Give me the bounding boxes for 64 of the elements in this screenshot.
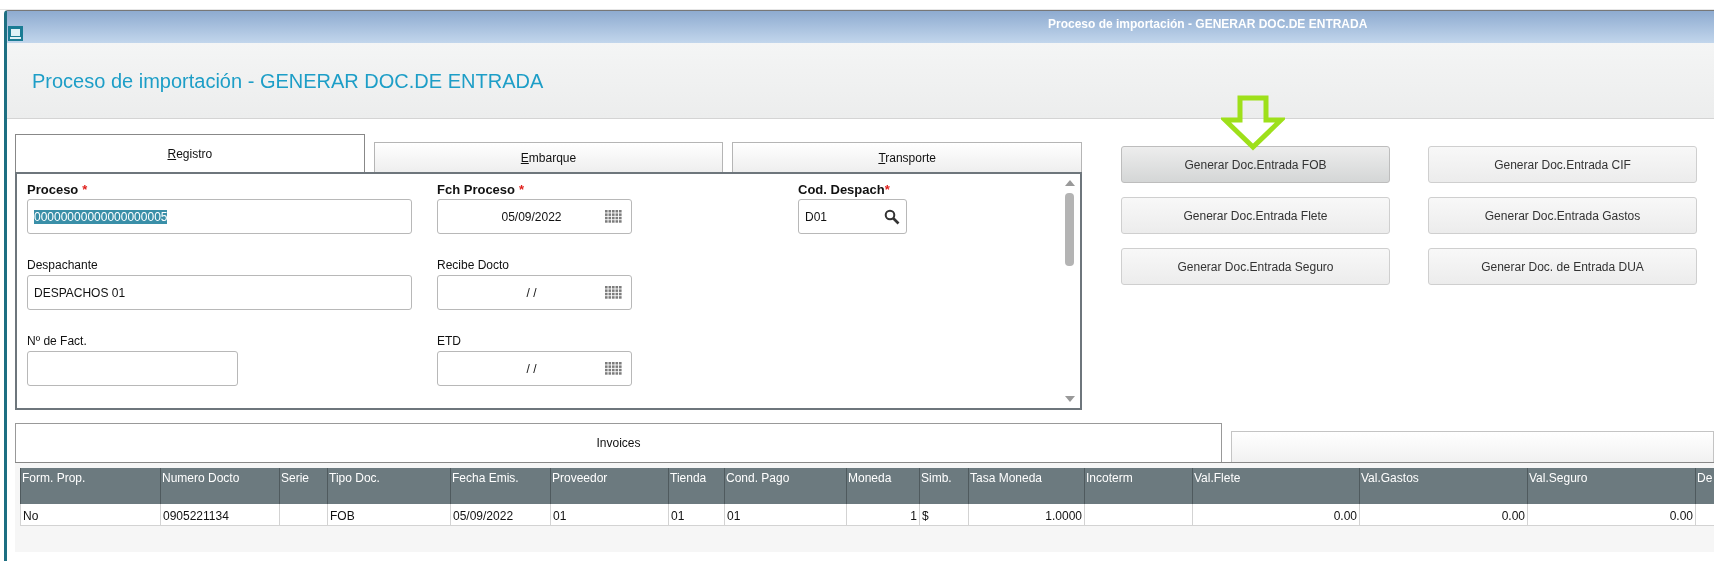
calendar-icon[interactable] — [605, 286, 622, 299]
calendar-icon[interactable] — [605, 362, 622, 375]
column-header[interactable]: Proveedor — [550, 468, 668, 504]
column-header[interactable]: Serie — [279, 468, 327, 504]
page-heading: Proceso de importación - GENERAR DOC.DE ENTRADA — [31, 70, 544, 93]
tab[interactable]: Registro — [15, 134, 365, 172]
field-label: Nº de Fact. — [27, 334, 87, 348]
generate-button[interactable]: Generar Doc.Entrada Gastos — [1428, 197, 1697, 234]
column-header[interactable]: Val.Gastos — [1359, 468, 1527, 504]
table-cell: 0905221134 — [160, 504, 279, 526]
generate-button[interactable]: Generar Doc.Entrada FOB — [1121, 146, 1390, 183]
column-header[interactable]: Form. Prop. — [20, 468, 160, 504]
field-label: Cod. Despach — [798, 182, 885, 197]
field-label: Fch Proceso — [437, 182, 516, 197]
required-mark: * — [884, 182, 890, 197]
table-cell: No — [20, 504, 160, 526]
date-field[interactable]: / / — [437, 275, 632, 310]
field-label: Recibe Docto — [437, 258, 510, 272]
search-icon[interactable] — [884, 208, 900, 225]
table-cell: FOB — [327, 504, 450, 526]
tab[interactable]: Embarque — [373, 142, 724, 172]
table-cell: 0.00 — [1527, 504, 1695, 526]
text-field[interactable]: 00000000000000000005 — [27, 199, 412, 234]
field-label: Proceso — [27, 182, 79, 197]
window-title: Proceso de importación - GENERAR DOC.DE ENTRADA — [1047, 17, 1368, 31]
text-field[interactable] — [27, 351, 238, 386]
field-label: ETD — [437, 334, 461, 348]
column-header[interactable]: Numero Docto — [160, 468, 279, 504]
table-cell: $ — [919, 504, 968, 526]
column-header[interactable]: Simb. — [919, 468, 968, 504]
column-header[interactable]: Cond. Pago — [724, 468, 846, 504]
table-cell: 1.0000 — [968, 504, 1084, 526]
lookup-field[interactable]: D01 — [798, 199, 907, 234]
generate-button[interactable]: Generar Doc.Entrada CIF — [1428, 146, 1697, 183]
calendar-icon[interactable] — [605, 210, 622, 223]
date-field[interactable]: / / — [437, 351, 632, 386]
generate-button[interactable]: Generar Doc.Entrada Flete — [1121, 197, 1390, 234]
column-header[interactable]: Val.Seguro — [1527, 468, 1695, 504]
field-label: Despachante — [27, 258, 98, 272]
table-cell: 0.00 — [1192, 504, 1359, 526]
table-cell: 01 — [724, 504, 846, 526]
text-field[interactable]: DESPACHOS 01 — [27, 275, 412, 310]
column-header[interactable]: Tipo Doc. — [327, 468, 450, 504]
table-cell: 0.00 — [1359, 504, 1527, 526]
column-header[interactable]: Moneda — [846, 468, 919, 504]
generate-button[interactable]: Generar Doc.Entrada Seguro — [1121, 248, 1390, 285]
column-header[interactable]: De — [1695, 468, 1714, 504]
column-header[interactable]: Fecha Emis. — [450, 468, 550, 504]
monitor-icon — [8, 26, 23, 41]
column-header[interactable]: Tasa Moneda — [968, 468, 1084, 504]
required-mark: * — [519, 182, 525, 197]
column-header[interactable]: Tienda — [668, 468, 724, 504]
date-field[interactable]: 05/09/2022 — [437, 199, 632, 234]
table-cell: 01 — [668, 504, 724, 526]
tab[interactable]: Transporte — [732, 142, 1082, 172]
column-header[interactable]: Val.Flete — [1192, 468, 1359, 504]
arrow-annotation — [1221, 95, 1285, 151]
generate-button[interactable]: Generar Doc. de Entrada DUA — [1428, 248, 1697, 285]
table-cell: 05/09/2022 — [450, 504, 550, 526]
column-header[interactable]: Incoterm — [1084, 468, 1192, 504]
required-mark: * — [82, 182, 88, 197]
table-cell: 1 — [846, 504, 919, 526]
table-cell: 01 — [550, 504, 668, 526]
tab[interactable]: Invoices — [15, 423, 1222, 462]
